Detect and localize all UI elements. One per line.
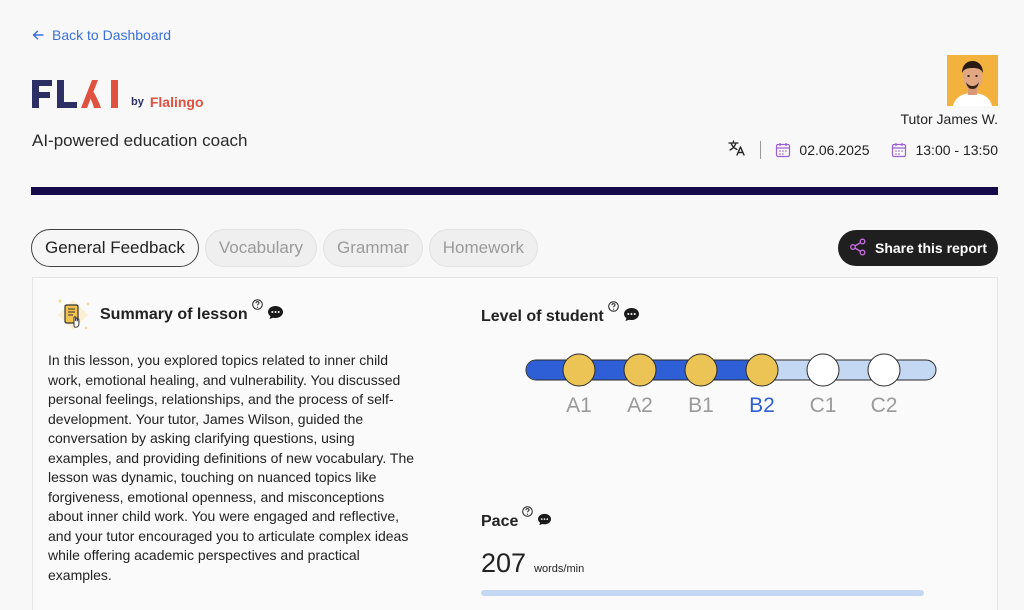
level-label-a2: A2 [627, 394, 653, 417]
help-icon[interactable] [522, 504, 534, 522]
header-divider [31, 187, 998, 195]
translate-icon[interactable] [728, 140, 746, 159]
level-dot-a1 [562, 353, 596, 387]
level-dot-b2 [745, 353, 779, 387]
meta-separator [760, 140, 762, 159]
pace-value: 207 words/min [481, 548, 584, 579]
flai-wordmark [31, 78, 125, 110]
chat-icon[interactable] [623, 307, 640, 327]
chat-icon[interactable] [267, 305, 284, 325]
lesson-summary-icon [52, 294, 94, 336]
pace-bar [481, 590, 924, 596]
tab-general-feedback[interactable]: General Feedback [31, 229, 199, 267]
pace-number: 207 [481, 548, 527, 578]
share-button-label: Share this report [874, 240, 988, 256]
level-label-b2: B2 [749, 394, 775, 417]
level-dot-b1 [684, 353, 718, 387]
tab-vocabulary[interactable]: Vocabulary [204, 229, 317, 267]
level-dot-c2 [867, 353, 901, 387]
summary-title: Summary of lesson [100, 306, 248, 323]
logo-brand-name: Flalingo [149, 94, 204, 110]
level-dot-a2 [623, 353, 657, 387]
arrow-left-icon [32, 28, 44, 43]
clock-calendar-icon [891, 142, 907, 158]
level-dot-c1 [806, 353, 840, 387]
tutor-name: Tutor James W. [900, 111, 998, 127]
lesson-time: 13:00 - 13:50 [915, 141, 998, 158]
pace-title: Pace [481, 513, 519, 530]
back-link-label: Back to Dashboard [52, 27, 172, 43]
tab-grammar[interactable]: Grammar [323, 229, 423, 267]
level-title: Level of student [481, 308, 604, 325]
level-label-b1: B1 [688, 394, 714, 417]
back-to-dashboard-link[interactable]: Back to Dashboard [32, 27, 171, 43]
level-scale: A1 A2 B1 B2 C1 C2 [525, 353, 937, 417]
share-icon [849, 238, 867, 259]
logo-by-text: by [131, 96, 144, 108]
level-label-c2: C2 [871, 394, 898, 417]
summary-text: In this lesson, you explored topics rela… [48, 352, 415, 583]
calendar-icon [775, 142, 791, 158]
lesson-meta: 02.06.2025 13:00 - 13:50 [728, 140, 998, 159]
summary-header: Summary of lesson [100, 299, 284, 325]
help-icon[interactable] [251, 297, 263, 315]
help-icon[interactable] [607, 299, 619, 317]
pace-header: Pace [481, 506, 552, 531]
pace-unit: words/min [534, 563, 585, 575]
tagline: AI-powered education coach [32, 131, 248, 150]
flai-logo: by Flalingo [31, 78, 204, 110]
level-label-c1: C1 [810, 394, 837, 417]
tutor-avatar [947, 55, 998, 106]
level-label-a1: A1 [566, 394, 592, 417]
tab-homework[interactable]: Homework [428, 229, 539, 267]
chat-icon[interactable] [537, 513, 552, 531]
lesson-date: 02.06.2025 [799, 141, 870, 158]
level-header: Level of student [481, 301, 640, 327]
report-tabs: General Feedback Vocabulary Grammar Home… [31, 229, 539, 267]
share-report-button[interactable]: Share this report [838, 230, 998, 266]
